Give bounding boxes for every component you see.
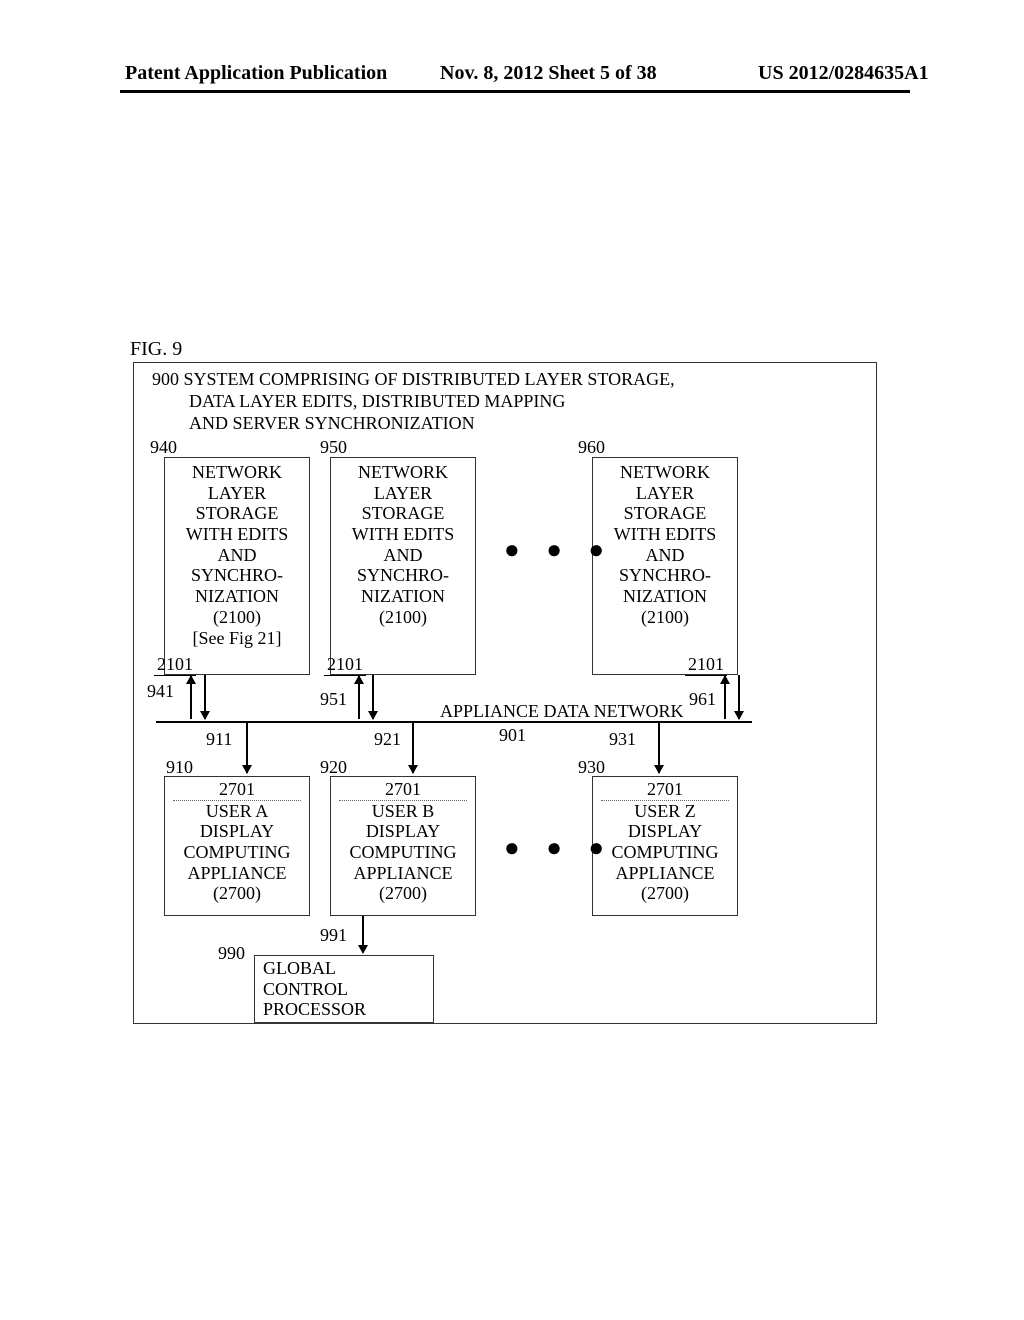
header-left: Patent Application Publication	[125, 62, 387, 85]
page: Patent Application Publication Nov. 8, 2…	[0, 0, 1024, 1320]
ellipsis-users: ● ● ●	[504, 833, 614, 863]
label-990: 990	[218, 943, 245, 964]
storage-1-l8: (2100)	[165, 607, 309, 628]
label-921: 921	[374, 729, 401, 750]
user-b-l2: DISPLAY	[331, 821, 475, 842]
arrowhead-911-to-user	[242, 765, 252, 774]
storage-2-l8: (2100)	[331, 607, 475, 628]
user-a-l5: (2700)	[165, 883, 309, 904]
user-a-l3: COMPUTING	[165, 842, 309, 863]
user-box-b: 2701 USER B DISPLAY COMPUTING APPLIANCE …	[330, 776, 476, 916]
label-2101-b: 2101	[324, 654, 366, 676]
label-2101-c: 2101	[685, 654, 727, 676]
arrowhead-951-up	[354, 675, 364, 684]
storage-1-l1: NETWORK	[165, 462, 309, 483]
storage-2-l7: NIZATION	[331, 586, 475, 607]
storage-1-l3: STORAGE	[165, 503, 309, 524]
label-930: 930	[578, 757, 605, 778]
storage-1-l7: NIZATION	[165, 586, 309, 607]
user-b-l1: USER B	[331, 801, 475, 822]
label-910: 910	[166, 757, 193, 778]
figure-label: FIG. 9	[130, 338, 182, 361]
user-z-l4: APPLIANCE	[593, 863, 737, 884]
storage-2-l3: STORAGE	[331, 503, 475, 524]
header-rule	[120, 90, 910, 93]
arrowhead-961-up	[720, 675, 730, 684]
arrowhead-921-down	[368, 711, 378, 720]
diagram-frame: 900 SYSTEM COMPRISING OF DISTRIBUTED LAY…	[133, 362, 877, 1024]
user-z-2701: 2701	[601, 779, 729, 801]
label-961: 961	[689, 689, 716, 710]
storage-1-l4: WITH EDITS	[165, 524, 309, 545]
storage-3-l5: AND	[593, 545, 737, 566]
user-b-2701: 2701	[339, 779, 467, 801]
storage-3-l6: SYNCHRO-	[593, 565, 737, 586]
storage-3-l3: STORAGE	[593, 503, 737, 524]
label-appliance-network: APPLIANCE DATA NETWORK	[440, 701, 684, 722]
global-box: GLOBAL CONTROL PROCESSOR	[254, 955, 434, 1023]
label-901: 901	[499, 725, 526, 746]
label-960: 960	[578, 437, 605, 458]
user-z-l3: COMPUTING	[593, 842, 737, 863]
global-l3: PROCESSOR	[263, 999, 425, 1020]
storage-3-l4: WITH EDITS	[593, 524, 737, 545]
storage-box-2: NETWORK LAYER STORAGE WITH EDITS AND SYN…	[330, 457, 476, 675]
global-l1: GLOBAL	[263, 958, 425, 979]
label-941: 941	[147, 681, 174, 702]
label-950: 950	[320, 437, 347, 458]
label-920: 920	[320, 757, 347, 778]
storage-2-l5: AND	[331, 545, 475, 566]
user-a-l1: USER A	[165, 801, 309, 822]
arrowhead-931-to-user	[654, 765, 664, 774]
label-931: 931	[609, 729, 636, 750]
storage-1-l2: LAYER	[165, 483, 309, 504]
storage-3-l8: (2100)	[593, 607, 737, 628]
user-a-l4: APPLIANCE	[165, 863, 309, 884]
user-a-2701: 2701	[173, 779, 301, 801]
arrowhead-921-to-user	[408, 765, 418, 774]
user-b-l4: APPLIANCE	[331, 863, 475, 884]
arrowhead-991	[358, 945, 368, 954]
label-940: 940	[150, 437, 177, 458]
user-z-l2: DISPLAY	[593, 821, 737, 842]
arrowhead-911-down	[200, 711, 210, 720]
storage-1-l6: SYNCHRO-	[165, 565, 309, 586]
user-z-l1: USER Z	[593, 801, 737, 822]
label-991: 991	[320, 925, 347, 946]
storage-box-1: NETWORK LAYER STORAGE WITH EDITS AND SYN…	[164, 457, 310, 675]
storage-1-see: [See Fig 21]	[165, 628, 309, 649]
title-line-2: DATA LAYER EDITS, DISTRIBUTED MAPPING	[189, 391, 565, 412]
arrowhead-941-up	[186, 675, 196, 684]
storage-3-l2: LAYER	[593, 483, 737, 504]
user-box-a: 2701 USER A DISPLAY COMPUTING APPLIANCE …	[164, 776, 310, 916]
label-2101-a: 2101	[154, 654, 196, 676]
user-b-l5: (2700)	[331, 883, 475, 904]
header-mid: Nov. 8, 2012 Sheet 5 of 38	[440, 62, 657, 85]
arrowhead-931-down	[734, 711, 744, 720]
label-951: 951	[320, 689, 347, 710]
title-line-1: 900 SYSTEM COMPRISING OF DISTRIBUTED LAY…	[152, 369, 675, 390]
ellipsis-storage: ● ● ●	[504, 535, 614, 565]
global-l2: CONTROL	[263, 979, 425, 1000]
storage-1-l5: AND	[165, 545, 309, 566]
storage-3-l7: NIZATION	[593, 586, 737, 607]
storage-2-l1: NETWORK	[331, 462, 475, 483]
storage-2-l2: LAYER	[331, 483, 475, 504]
storage-2-l4: WITH EDITS	[331, 524, 475, 545]
user-a-l2: DISPLAY	[165, 821, 309, 842]
storage-3-l1: NETWORK	[593, 462, 737, 483]
storage-2-l6: SYNCHRO-	[331, 565, 475, 586]
storage-box-3: NETWORK LAYER STORAGE WITH EDITS AND SYN…	[592, 457, 738, 675]
header-right: US 2012/0284635A1	[758, 62, 929, 85]
label-911: 911	[206, 729, 232, 750]
user-b-l3: COMPUTING	[331, 842, 475, 863]
title-line-3: AND SERVER SYNCHRONIZATION	[189, 413, 475, 434]
user-z-l5: (2700)	[593, 883, 737, 904]
